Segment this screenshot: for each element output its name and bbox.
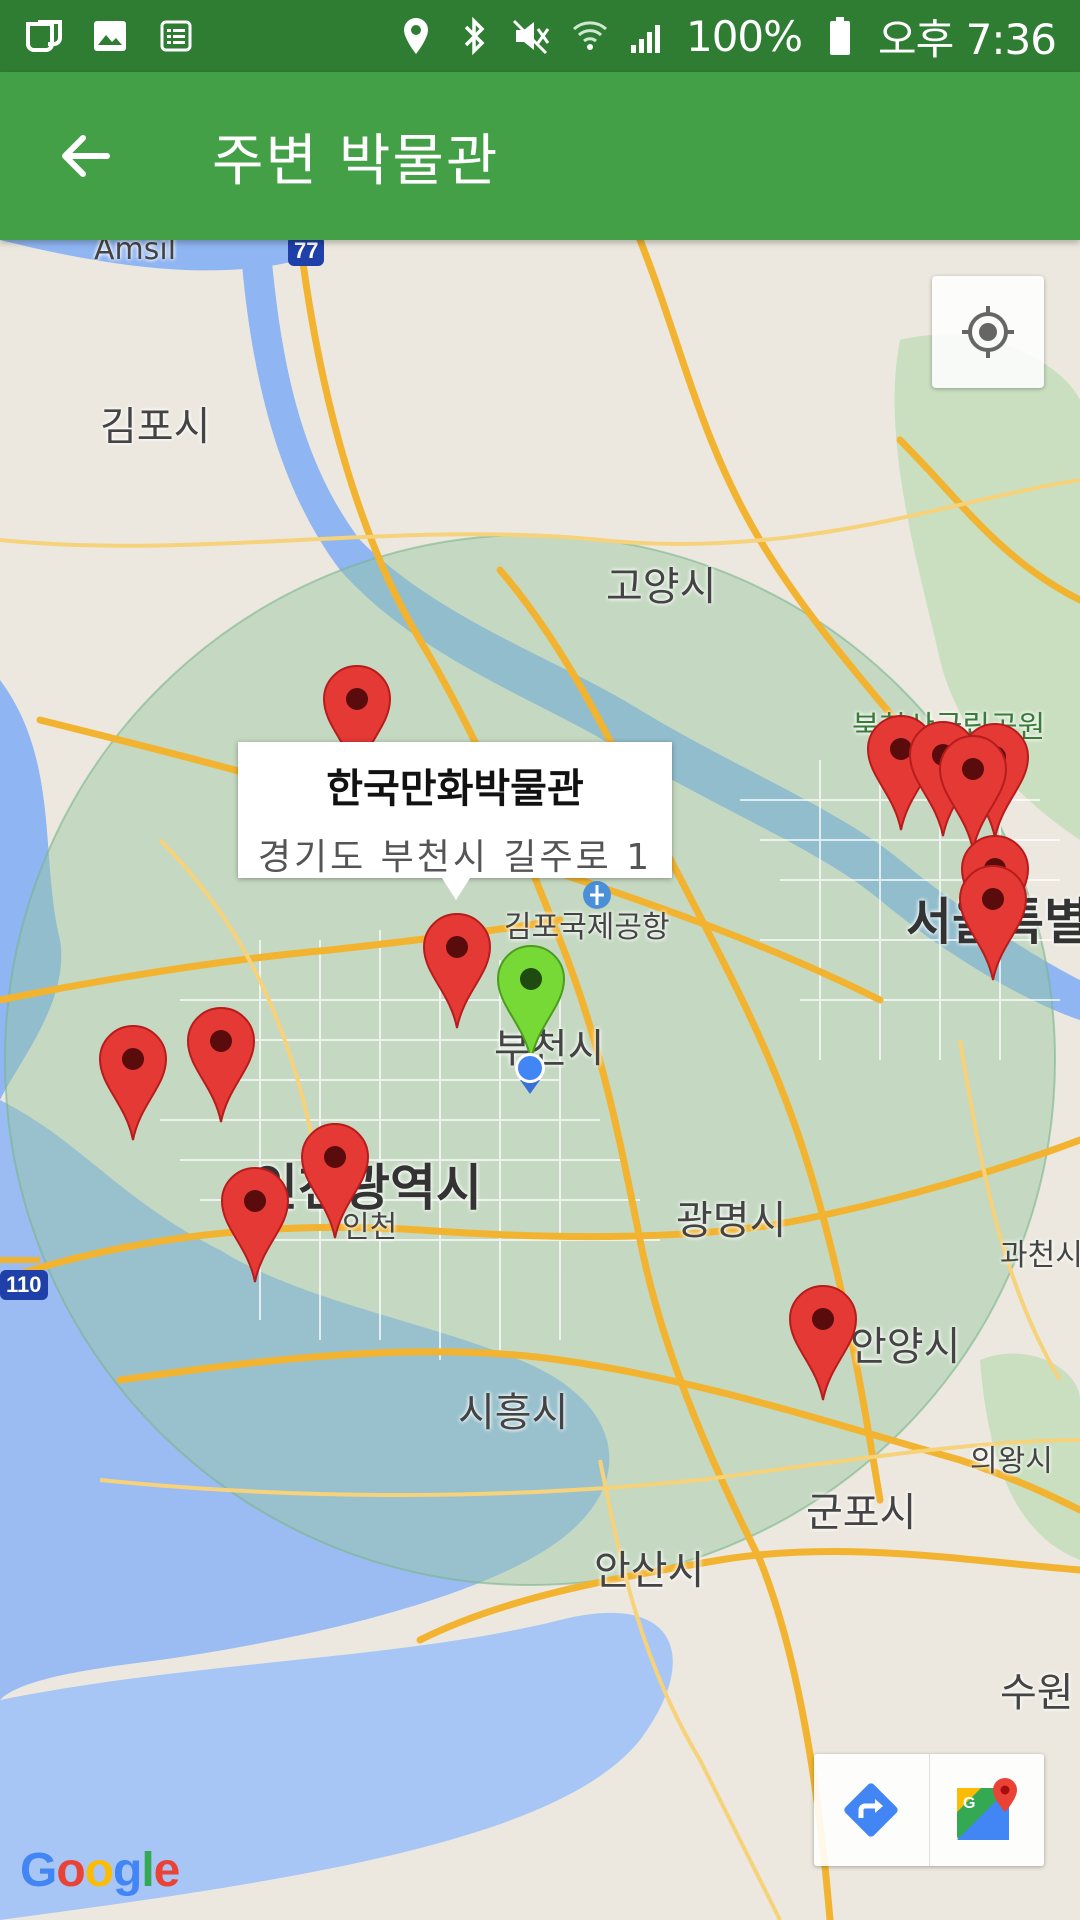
bluetooth-icon [454,17,494,55]
route-110-shield: 110 [0,1270,48,1300]
current-location-marker[interactable] [496,944,566,1062]
map-toolbar: G [814,1754,1044,1866]
wifi-icon [570,18,610,54]
label-anyang: 안양시 [850,1324,961,1370]
back-button[interactable] [40,111,130,201]
arrow-back-icon [62,135,110,177]
my-location-button[interactable] [932,276,1044,388]
open-google-maps-button[interactable]: G [928,1754,1045,1866]
page-title: 주변 박물관 [212,128,500,194]
info-window-address: 경기도 부천시 길주로 1 [257,837,653,878]
label-gwacheon: 과천시 [1000,1238,1080,1273]
museum-marker[interactable] [98,1024,168,1142]
label-gimpo-airport: 김포국제공항 [504,910,670,945]
museum-marker-selected[interactable] [422,912,492,1030]
museum-marker[interactable] [958,864,1028,982]
gallery-icon [90,18,130,54]
status-bar: 100% 오후 7:36 [0,0,1080,72]
map-view[interactable]: 110 77 Amsil 김포시 고양시 북한산국립공원 서울특별 김포국제공항… [0,240,1080,1920]
directions-icon [844,1783,898,1837]
google-logo: Google [20,1844,180,1897]
user-location-dot [512,1050,548,1094]
info-window-title: 한국만화박물관 [326,766,584,812]
label-ansan: 안산시 [594,1548,705,1594]
clock: 오후 7:36 [878,14,1057,64]
label-goyang: 고양시 [606,564,717,610]
battery-percent: 100% [685,11,803,61]
info-window[interactable]: 한국만화박물관 경기도 부천시 길주로 1 [238,742,672,900]
label-suwon: 수원 [1000,1670,1074,1716]
route-77-shield: 77 [288,240,325,266]
battery-icon [820,17,860,55]
museum-marker[interactable] [788,1284,858,1402]
museum-marker[interactable] [300,1122,370,1240]
svg-text:G: G [963,1795,975,1812]
museum-marker[interactable] [220,1166,290,1284]
signal-icon [628,18,668,54]
location-icon [396,18,436,54]
label-gimpo: 김포시 [100,404,211,450]
notes-icon [156,18,196,54]
label-gunpo: 군포시 [806,1490,917,1536]
google-maps-icon: G [956,1778,1017,1840]
label-gwangmyeong: 광명시 [676,1198,787,1244]
label-uiwang: 의왕시 [970,1444,1053,1479]
crosshair-icon [962,306,1014,358]
app-bar: 주변 박물관 [0,72,1080,240]
mute-icon [512,18,552,55]
label-siheung: 시흥시 [458,1390,569,1436]
app-icon [24,18,64,54]
label-amsil: Amsil [94,240,177,267]
museum-marker[interactable] [186,1006,256,1124]
directions-button[interactable] [814,1754,929,1866]
